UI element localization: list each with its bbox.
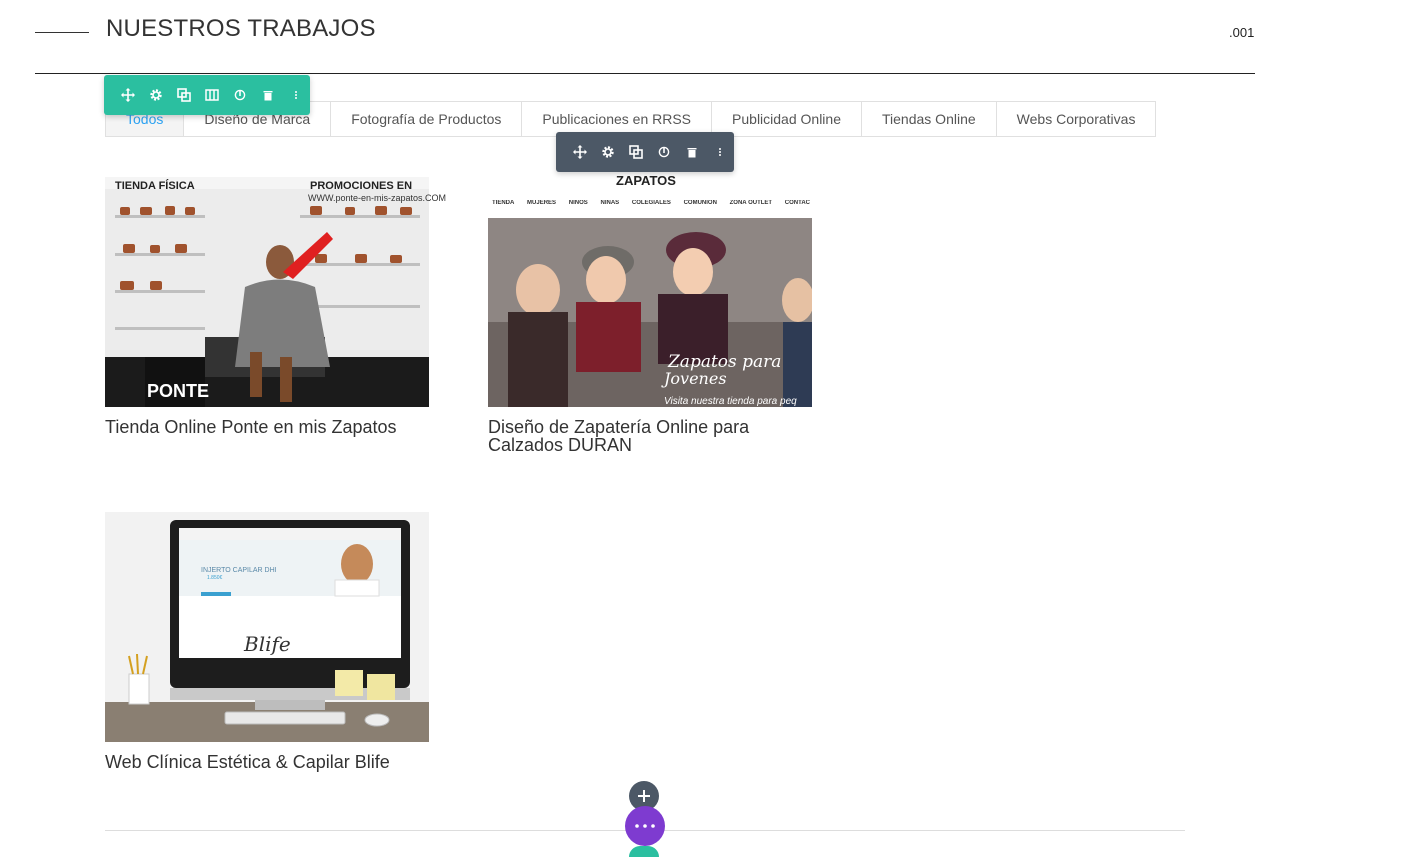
filter-webs-corporativas[interactable]: Webs Corporativas bbox=[997, 102, 1156, 136]
section-title: NUESTROS TRABAJOS bbox=[106, 15, 376, 42]
more-icon[interactable] bbox=[706, 132, 734, 172]
image-brand: ZAPATOS bbox=[616, 173, 676, 188]
row-toolbar bbox=[556, 132, 734, 172]
image-label: PROMOCIONES EN bbox=[310, 180, 413, 192]
project-thumbnail[interactable] bbox=[105, 512, 429, 742]
image-slogan: Jovenes bbox=[664, 369, 727, 388]
gear-icon[interactable] bbox=[142, 75, 170, 115]
filter-publicidad-online[interactable]: Publicidad Online bbox=[712, 102, 862, 136]
project-thumbnail[interactable] bbox=[105, 177, 429, 407]
image-tagline: Visita nuestra tienda para peq bbox=[664, 396, 797, 407]
gear-icon[interactable] bbox=[594, 132, 622, 172]
move-icon[interactable] bbox=[114, 75, 142, 115]
filter-tiendas-online[interactable]: Tiendas Online bbox=[862, 102, 997, 136]
image-label: TIENDA FÍSICA bbox=[115, 180, 195, 192]
duplicate-icon[interactable] bbox=[622, 132, 650, 172]
trash-icon[interactable] bbox=[678, 132, 706, 172]
module-toolbar bbox=[104, 75, 310, 115]
image-headline: INJERTO CAPILAR DHI bbox=[201, 567, 277, 574]
image-logo: Blife bbox=[244, 632, 291, 656]
filter-publicaciones-rrss[interactable]: Publicaciones en RRSS bbox=[522, 102, 713, 136]
section-options-button[interactable] bbox=[625, 806, 665, 846]
filter-fotografia-productos[interactable]: Fotografía de Productos bbox=[331, 102, 523, 136]
duplicate-icon[interactable] bbox=[170, 75, 198, 115]
power-icon[interactable] bbox=[650, 132, 678, 172]
project-title[interactable]: Diseño de Zapatería Online para Calzados… bbox=[488, 418, 818, 454]
power-icon[interactable] bbox=[226, 75, 254, 115]
image-label: WWW.ponte-en-mis-zapatos.COM bbox=[308, 193, 447, 203]
columns-icon[interactable] bbox=[198, 75, 226, 115]
move-icon[interactable] bbox=[566, 132, 594, 172]
add-section-button[interactable] bbox=[629, 846, 659, 857]
more-icon[interactable] bbox=[282, 75, 310, 115]
image-logo: PONTE bbox=[147, 381, 210, 401]
trash-icon[interactable] bbox=[254, 75, 282, 115]
header-divider-short bbox=[35, 32, 89, 33]
header-divider bbox=[35, 73, 1255, 74]
image-price: 1.850€ bbox=[207, 575, 223, 581]
section-number: .001 bbox=[1229, 25, 1255, 40]
project-title[interactable]: Web Clínica Estética & Capilar Blife bbox=[105, 753, 465, 771]
image-nav: TIENDA MUJERES NIÑOS NIÑAS COLEGIALES CO… bbox=[492, 200, 810, 206]
project-title[interactable]: Tienda Online Ponte en mis Zapatos bbox=[105, 418, 435, 436]
